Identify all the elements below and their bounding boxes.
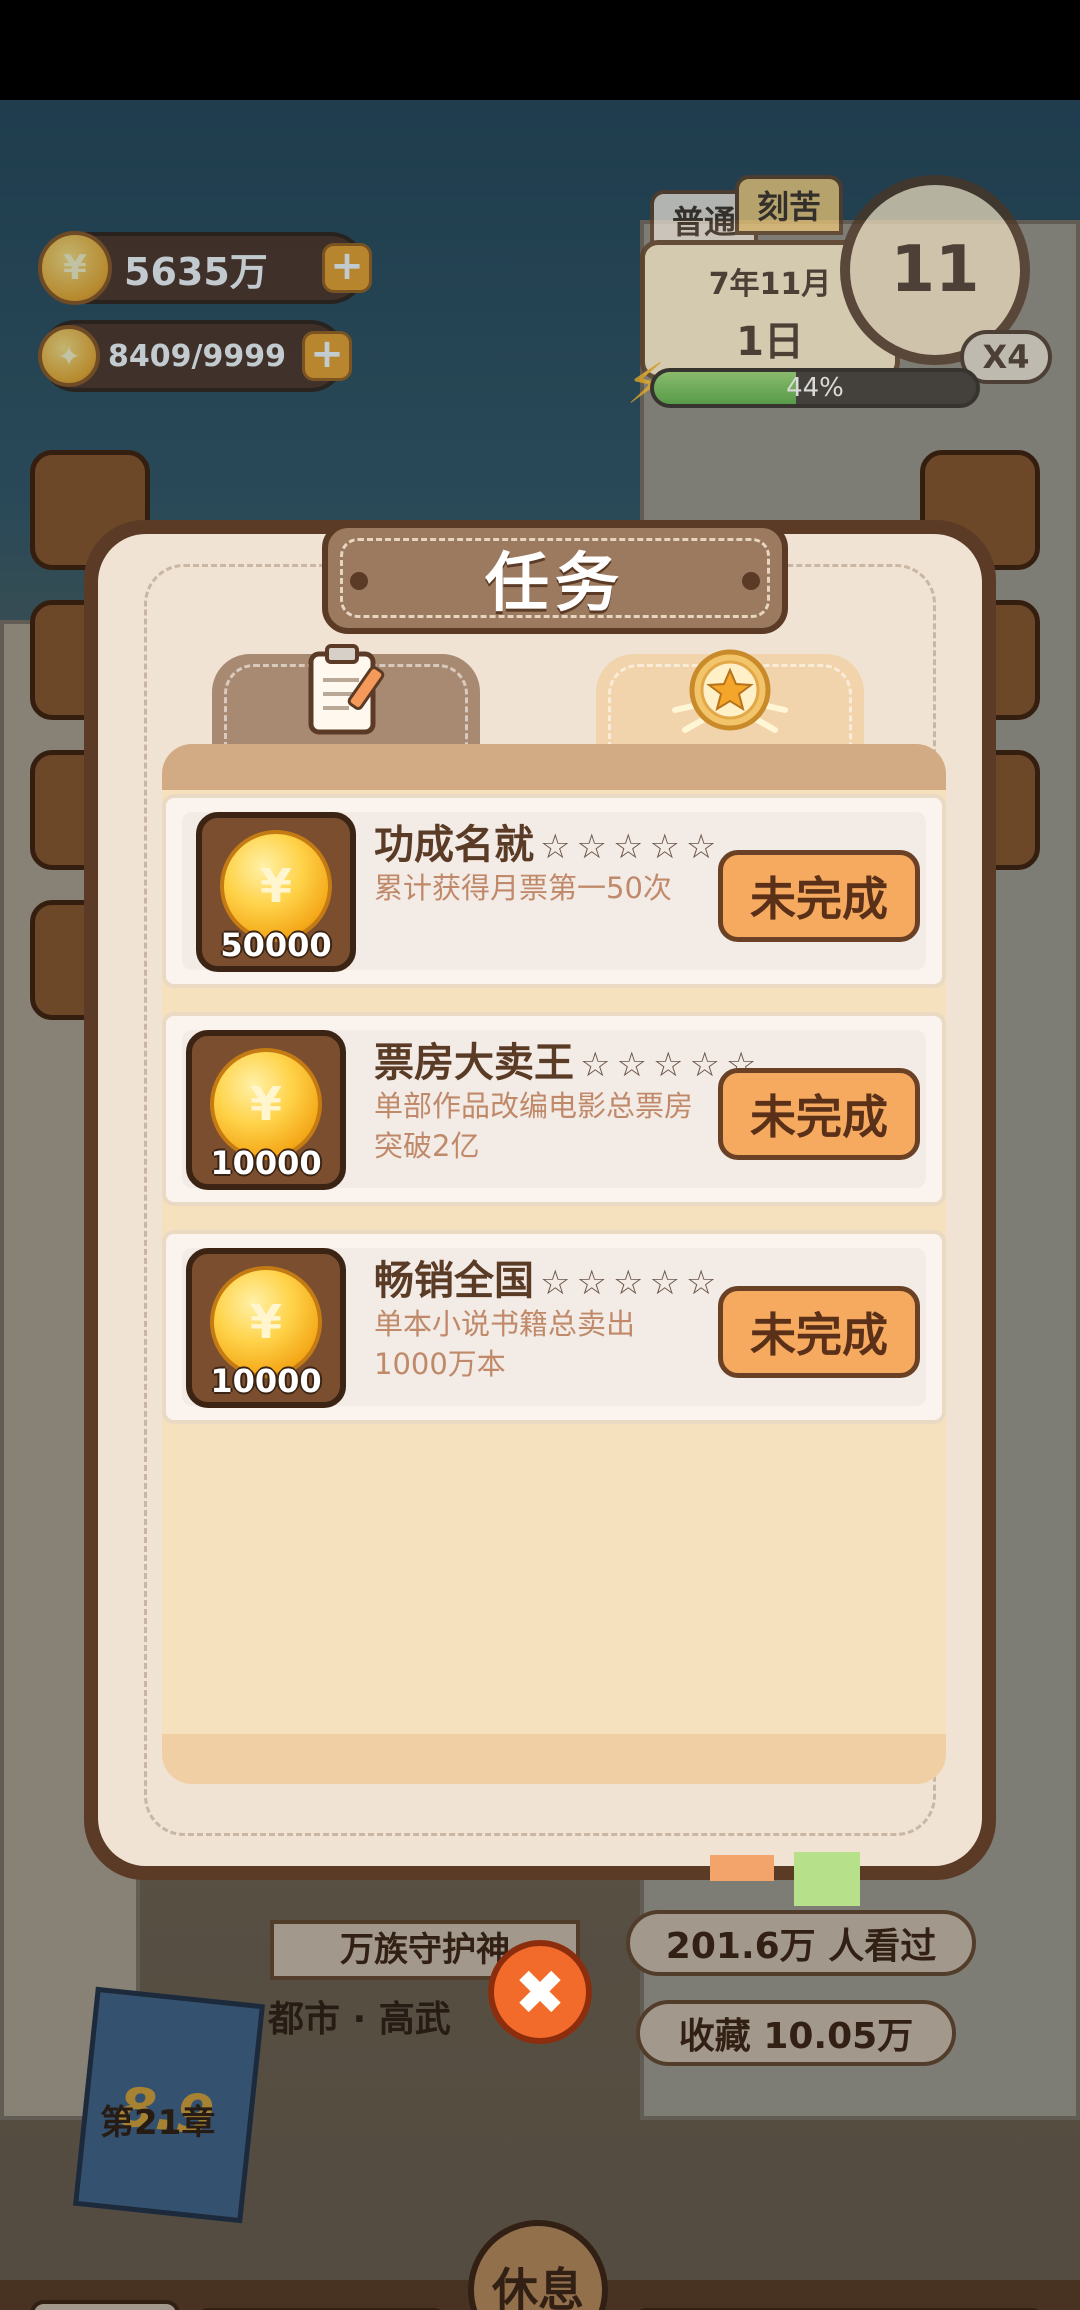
task-description: 累计获得月票第一50次 xyxy=(374,871,672,905)
task-stars: ☆☆☆☆☆ xyxy=(540,1263,723,1303)
energy-bar: 44% xyxy=(650,368,980,408)
modal-title-plate: 任务 xyxy=(322,522,788,634)
sticky-note-green xyxy=(794,1852,860,1906)
reward-box: ¥ 50000 xyxy=(196,812,356,972)
task-row: ¥ 50000 功成名就 ☆☆☆☆☆ 累计获得月票第一50次 未完成 xyxy=(162,794,946,988)
energy-label: 44% xyxy=(786,373,844,403)
coin-amount: 5635万 xyxy=(124,249,268,294)
task-stars: ☆☆☆☆☆ xyxy=(540,827,723,867)
mode-hard-tab[interactable]: 刻苦 xyxy=(735,175,844,235)
achievement-list-panel: ¥ 50000 功成名就 ☆☆☆☆☆ 累计获得月票第一50次 未完成 ¥ 1000… xyxy=(162,744,946,1784)
rivet-right xyxy=(742,572,760,590)
task-title: 功成名就 xyxy=(374,822,534,868)
idea-amount: 8409/9999 xyxy=(108,338,286,374)
panel-header-strip xyxy=(162,744,946,790)
lightbulb-icon: ✦ xyxy=(38,325,100,387)
tab-daily-tasks[interactable] xyxy=(212,644,480,754)
add-ideas-button[interactable]: + xyxy=(302,331,352,381)
task-name: 票房大卖王 ☆☆☆☆☆ xyxy=(374,1030,762,1088)
task-row: ¥ 10000 票房大卖王 ☆☆☆☆☆ 单部作品改编电影总票房突破2亿 未完成 xyxy=(162,1012,946,1206)
clock-hour: 11 xyxy=(890,233,980,307)
close-icon: ✖ xyxy=(514,1955,566,2029)
star-medal-icon xyxy=(665,640,795,754)
add-coins-button[interactable]: + xyxy=(322,243,372,293)
tab-achievements[interactable] xyxy=(596,649,864,754)
task-name: 畅销全国 ☆☆☆☆☆ xyxy=(374,1248,722,1306)
task-status-button[interactable]: 未完成 xyxy=(718,1286,920,1378)
notepad-icon xyxy=(301,640,391,744)
modal-title: 任务 xyxy=(485,547,625,621)
task-status-button[interactable]: 未完成 xyxy=(718,850,920,942)
task-status-button[interactable]: 未完成 xyxy=(718,1068,920,1160)
task-name: 功成名就 ☆☆☆☆☆ xyxy=(374,812,722,870)
rivet-left xyxy=(350,572,368,590)
task-modal: 任务 ¥ 50000 功成名就 ☆☆☆☆☆ 累计获得月票第一50次 未完成 ¥ … xyxy=(84,520,996,1880)
close-button[interactable]: ✖ xyxy=(488,1940,592,2044)
coin-balance: ¥ 5635万 + xyxy=(38,231,372,305)
sticky-note-orange xyxy=(710,1855,774,1881)
panel-footer-strip xyxy=(162,1734,946,1784)
reward-amount: 10000 xyxy=(210,1144,322,1182)
task-title: 票房大卖王 xyxy=(374,1040,574,1086)
reward-amount: 10000 xyxy=(210,1362,322,1400)
coin-icon: ¥ xyxy=(38,231,112,305)
reward-box: ¥ 10000 xyxy=(186,1030,346,1190)
task-modal-body: 任务 ¥ 50000 功成名就 ☆☆☆☆☆ 累计获得月票第一50次 未完成 ¥ … xyxy=(98,522,982,1866)
reward-box: ¥ 10000 xyxy=(186,1248,346,1408)
idea-balance: ✦ 8409/9999 + xyxy=(38,320,352,392)
task-title: 畅销全国 xyxy=(374,1258,534,1304)
task-row: ¥ 10000 畅销全国 ☆☆☆☆☆ 单本小说书籍总卖出1000万本 未完成 xyxy=(162,1230,946,1424)
task-description: 单部作品改编电影总票房突破2亿 xyxy=(374,1089,694,1163)
task-description: 单本小说书籍总卖出1000万本 xyxy=(374,1307,636,1381)
reward-amount: 50000 xyxy=(220,926,332,964)
